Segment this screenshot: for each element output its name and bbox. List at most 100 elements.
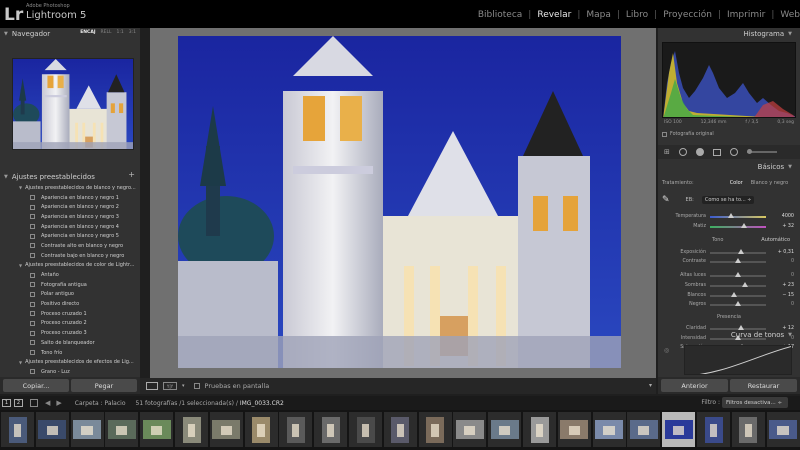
- main-photo[interactable]: [178, 36, 621, 368]
- preset-item[interactable]: Positivo directo: [0, 299, 140, 309]
- module-mapa[interactable]: Mapa: [586, 10, 611, 20]
- preset-folder[interactable]: ▼ Ajustes preestablecidos de efectos de L…: [0, 357, 140, 367]
- module-web[interactable]: Web: [780, 10, 800, 20]
- folder-triangle-icon[interactable]: ▼: [19, 185, 22, 190]
- filmstrip-thumbnail[interactable]: [731, 412, 765, 447]
- secondary-screen-button[interactable]: 2: [14, 399, 23, 407]
- histogram-display[interactable]: [662, 42, 796, 118]
- forward-arrow-icon[interactable]: ▶: [56, 399, 61, 407]
- paste-settings-button[interactable]: Pegar: [71, 379, 137, 392]
- slider-track[interactable]: [710, 249, 766, 254]
- slider-thumb[interactable]: [740, 223, 747, 228]
- presets-header[interactable]: ▼ Ajustes preestablecidos +: [0, 170, 140, 182]
- filmstrip-thumbnail[interactable]: [279, 412, 313, 447]
- tone-curve-graph[interactable]: [684, 345, 792, 375]
- zoom-3-1[interactable]: 3:1: [129, 30, 136, 35]
- filmstrip-thumbnail[interactable]: [349, 412, 382, 447]
- module-libro[interactable]: Libro: [626, 10, 648, 20]
- filmstrip-thumbnail[interactable]: [418, 412, 452, 447]
- chevron-down-icon[interactable]: ▾: [182, 383, 185, 389]
- preset-item[interactable]: Apariencia en blanco y negro 4: [0, 222, 140, 232]
- slider-track[interactable]: [710, 223, 766, 228]
- preset-item[interactable]: Apariencia en blanco y negro 5: [0, 231, 140, 241]
- collapse-triangle-icon[interactable]: ▼: [788, 332, 792, 338]
- preset-item[interactable]: Proceso cruzado 1: [0, 309, 140, 319]
- eyedropper-icon[interactable]: ✎: [662, 195, 670, 205]
- preset-folder[interactable]: ▼ Ajustes preestablecidos de blanco y neg…: [0, 183, 140, 193]
- red-eye-icon[interactable]: [695, 148, 704, 156]
- filmstrip-thumbnail[interactable]: [209, 412, 243, 447]
- radial-filter-icon[interactable]: [729, 148, 738, 156]
- slider-value[interactable]: + 23: [766, 283, 794, 288]
- slider-value[interactable]: + 32: [766, 224, 794, 229]
- graduated-filter-icon[interactable]: [712, 148, 721, 156]
- filmstrip-thumbnail[interactable]: [175, 412, 208, 447]
- main-screen-button[interactable]: 1: [2, 399, 11, 407]
- filmstrip-thumbnail[interactable]: [453, 412, 487, 447]
- slider-value[interactable]: + 0,31: [766, 250, 794, 255]
- zoom-fit[interactable]: ENCAJ: [80, 30, 95, 35]
- preset-item[interactable]: Grano - Luz: [0, 367, 140, 377]
- preset-item[interactable]: Apariencia en blanco y negro 1: [0, 193, 140, 203]
- histogram-header[interactable]: Histograma ▼: [658, 28, 800, 40]
- filmstrip-thumbnail[interactable]: [592, 412, 626, 447]
- module-biblioteca[interactable]: Biblioteca: [478, 10, 522, 20]
- target-adjust-icon[interactable]: ◎: [664, 347, 669, 354]
- filmstrip-thumbnail[interactable]: [523, 412, 556, 447]
- slider-thumb[interactable]: [728, 213, 735, 218]
- slider-thumb[interactable]: [735, 272, 741, 277]
- slider-value[interactable]: 0: [766, 273, 794, 278]
- filter-dropdown[interactable]: Filtros desactiva... ÷: [722, 397, 788, 408]
- original-photo-option[interactable]: Fotografía original: [662, 132, 714, 137]
- preset-item[interactable]: Tono frío: [0, 348, 140, 358]
- slider-value[interactable]: 4000: [766, 214, 794, 219]
- slider-track[interactable]: [710, 213, 766, 218]
- slider-track[interactable]: [710, 301, 766, 306]
- collapse-triangle-icon[interactable]: ▼: [4, 174, 8, 180]
- filmstrip-thumbnail[interactable]: [557, 412, 591, 447]
- preset-item[interactable]: Proceso cruzado 3: [0, 328, 140, 338]
- folder-triangle-icon[interactable]: ▼: [19, 360, 22, 365]
- slider-track[interactable]: [710, 272, 766, 277]
- collapse-triangle-icon[interactable]: ▼: [4, 31, 8, 37]
- preset-item[interactable]: Salto de blanqueador: [0, 338, 140, 348]
- filmstrip-thumbnail[interactable]: [1, 412, 34, 447]
- spot-removal-icon[interactable]: [678, 148, 687, 156]
- preset-item[interactable]: Fotografía antigua: [0, 280, 140, 290]
- slider-thumb[interactable]: [730, 292, 737, 297]
- filmstrip-thumbnail[interactable]: [105, 412, 139, 447]
- preset-item[interactable]: Antaño: [0, 270, 140, 280]
- filmstrip-thumbnail[interactable]: [488, 412, 522, 447]
- module-imprimir[interactable]: Imprimir: [727, 10, 765, 20]
- preset-item[interactable]: Proceso cruzado 2: [0, 319, 140, 329]
- original-photo-checkbox[interactable]: [662, 132, 667, 137]
- slider-thumb[interactable]: [735, 301, 741, 306]
- slider-thumb[interactable]: [735, 258, 741, 263]
- before-after-icon[interactable]: Y|Y: [163, 382, 177, 390]
- grid-view-icon[interactable]: [30, 399, 38, 407]
- slider-track[interactable]: [710, 258, 766, 263]
- folder-triangle-icon[interactable]: ▼: [19, 263, 22, 268]
- collapse-triangle-icon[interactable]: ▼: [788, 164, 792, 170]
- slider-value[interactable]: 0: [766, 302, 794, 307]
- collapse-triangle-icon[interactable]: ▼: [788, 31, 792, 37]
- filmstrip-thumbnail[interactable]: [314, 412, 348, 447]
- navigator-header[interactable]: ▼ Navegador ENCAJ RELL 1:1 3:1: [0, 28, 140, 39]
- reset-button[interactable]: Restaurar: [730, 379, 797, 392]
- crop-icon[interactable]: ⊞: [664, 148, 670, 156]
- preset-item[interactable]: Polar antiguo: [0, 290, 140, 300]
- slider-thumb[interactable]: [741, 282, 748, 287]
- preset-folder[interactable]: ▼ Ajustes preestablecidos de color de Lig…: [0, 261, 140, 271]
- preset-item[interactable]: Apariencia en blanco y negro 3: [0, 212, 140, 222]
- basics-header[interactable]: Básicos ▼: [658, 161, 800, 173]
- zoom-fill[interactable]: RELL: [101, 30, 112, 35]
- module-proyeccion[interactable]: Proyección: [663, 10, 712, 20]
- filmstrip-thumbnail[interactable]: [383, 412, 417, 447]
- navigator-preview[interactable]: [12, 58, 134, 150]
- filmstrip-thumbnail[interactable]: [70, 412, 104, 447]
- filmstrip-thumbnail[interactable]: [140, 412, 174, 447]
- zoom-1-1[interactable]: 1:1: [117, 30, 124, 35]
- slider-value[interactable]: − 15: [766, 293, 794, 298]
- soft-proof-checkbox[interactable]: [193, 383, 200, 389]
- auto-tone-button[interactable]: Automático: [761, 237, 790, 243]
